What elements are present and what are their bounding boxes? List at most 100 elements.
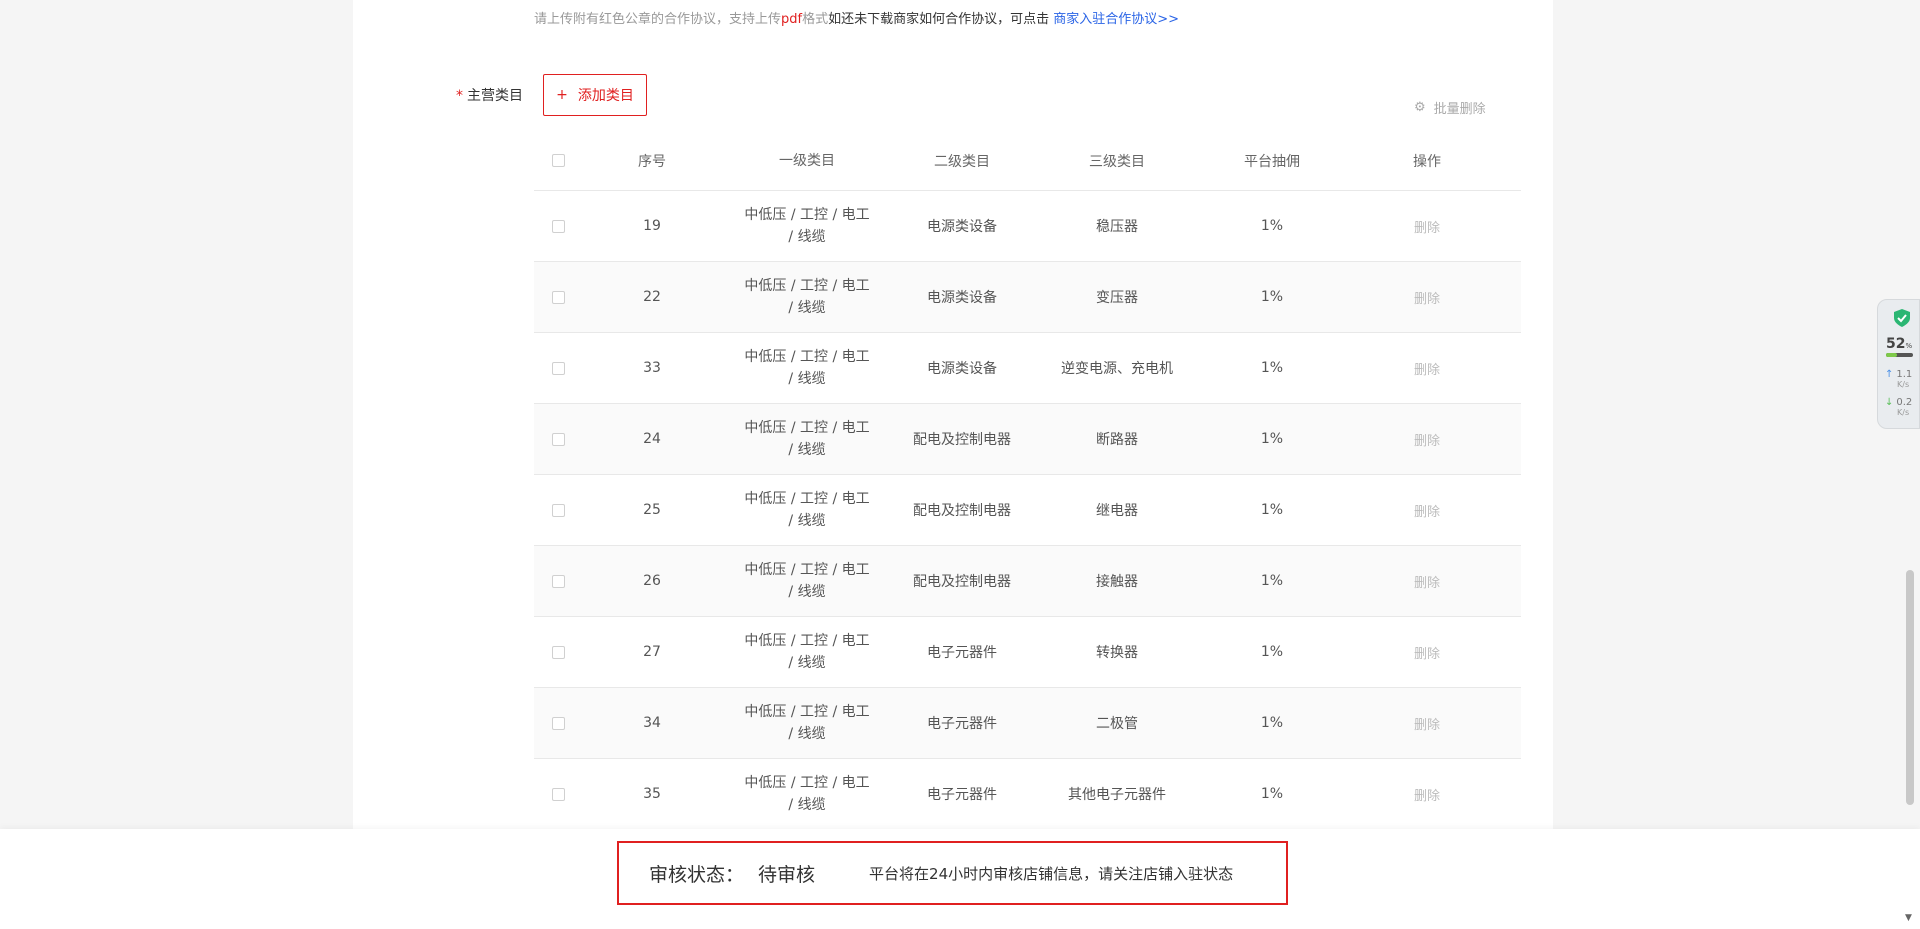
row-checkbox[interactable] — [551, 645, 565, 659]
scrollbar-thumb[interactable] — [1906, 570, 1914, 805]
table-header: 序号 一级类目 二级类目 三级类目 平台抽佣 操作 — [534, 131, 1521, 191]
header-level1: 一级类目 — [779, 152, 835, 169]
cell-level3: 转换器 — [1096, 645, 1138, 661]
row-select-cell — [534, 787, 582, 801]
cell-level1-line1: 中低压 / 工控 / 电工 — [744, 704, 870, 720]
table-row: 22 中低压 / 工控 / 电工 / 线缆 电源类设备 变压器 1% 删除 — [534, 262, 1521, 333]
status-value: 待审核 — [758, 863, 816, 886]
cell-index: 27 — [643, 644, 661, 660]
plus-icon: + — [556, 87, 568, 103]
cell-index: 35 — [643, 786, 661, 802]
cell-level1: 中低压 / 工控 / 电工 / 线缆 — [722, 772, 892, 816]
add-category-button[interactable]: + 添加类目 — [543, 74, 647, 116]
cell-level1-line1: 中低压 / 工控 / 电工 — [744, 349, 870, 365]
cell-level1-line2: / 线缆 — [788, 300, 826, 316]
cell-level2: 电子元器件 — [927, 645, 997, 661]
table-row: 34 中低压 / 工控 / 电工 / 线缆 电子元器件 二极管 1% 删除 — [534, 688, 1521, 759]
cell-index: 25 — [643, 502, 661, 518]
delete-button[interactable]: 删除 — [1342, 430, 1512, 449]
upload-speed-value: 1.1 — [1896, 369, 1913, 380]
delete-button[interactable]: 删除 — [1342, 217, 1512, 236]
cell-level1-line2: / 线缆 — [788, 584, 826, 600]
row-checkbox[interactable] — [551, 361, 565, 375]
cell-index: 22 — [643, 289, 661, 305]
hint-pdf: pdf — [781, 12, 803, 27]
cell-level1: 中低压 / 工控 / 电工 / 线缆 — [722, 701, 892, 745]
row-select-cell — [534, 716, 582, 730]
cell-level2: 配电及控制电器 — [913, 503, 1011, 519]
cell-level3: 其他电子元器件 — [1068, 787, 1166, 803]
row-checkbox[interactable] — [551, 787, 565, 801]
header-index: 序号 — [638, 153, 666, 170]
cell-commission: 1% — [1260, 218, 1284, 234]
row-select-cell — [534, 361, 582, 375]
select-all-checkbox[interactable] — [551, 154, 565, 167]
status-label: 审核状态： — [649, 863, 745, 886]
row-checkbox[interactable] — [551, 432, 565, 446]
cell-level3: 断路器 — [1096, 432, 1138, 448]
cell-level1-line2: / 线缆 — [788, 655, 826, 671]
delete-button[interactable]: 删除 — [1342, 643, 1512, 662]
row-select-cell — [534, 219, 582, 233]
cell-level1: 中低压 / 工控 / 电工 / 线缆 — [722, 346, 892, 390]
delete-button[interactable]: 删除 — [1342, 359, 1512, 378]
cell-level3: 接触器 — [1096, 574, 1138, 590]
row-checkbox[interactable] — [551, 290, 565, 304]
agreement-link[interactable]: 商家入驻合作协议>> — [1053, 12, 1179, 27]
main-category-label: * 主营类目 — [456, 85, 523, 105]
cell-commission: 1% — [1260, 644, 1284, 660]
table-row: 27 中低压 / 工控 / 电工 / 线缆 电子元器件 转换器 1% 删除 — [534, 617, 1521, 688]
row-checkbox[interactable] — [551, 503, 565, 517]
hint-format: 格式 — [802, 12, 829, 27]
cell-level1-line2: / 线缆 — [788, 371, 826, 387]
cell-level2: 电源类设备 — [927, 219, 997, 235]
cell-level2: 配电及控制电器 — [913, 574, 1011, 590]
cell-level1: 中低压 / 工控 / 电工 / 线缆 — [722, 204, 892, 248]
cell-level3: 变压器 — [1096, 290, 1138, 306]
system-monitor-widget[interactable]: 52% ↑ 1.1 K/s ↓ 0.2 K/s — [1877, 299, 1920, 429]
cell-level1: 中低压 / 工控 / 电工 / 线缆 — [722, 559, 892, 603]
bulk-delete-label: 批量删除 — [1433, 102, 1486, 117]
download-speed-value: 0.2 — [1896, 397, 1913, 408]
row-checkbox[interactable] — [551, 574, 565, 588]
battery-bar-fill — [1886, 353, 1897, 357]
cell-commission: 1% — [1260, 431, 1284, 447]
delete-button[interactable]: 删除 — [1342, 501, 1512, 520]
row-select-cell — [534, 503, 582, 517]
download-speed-unit: K/s — [1897, 408, 1910, 417]
cell-level1-line1: 中低压 / 工控 / 电工 — [744, 633, 870, 649]
cell-level1-line2: / 线缆 — [788, 229, 826, 245]
shield-check-icon — [1894, 309, 1910, 327]
delete-button[interactable]: 删除 — [1342, 714, 1512, 733]
cell-level3: 继电器 — [1096, 503, 1138, 519]
bulk-delete-button[interactable]: ⚙ 批量删除 — [1414, 98, 1486, 117]
cell-level1-line2: / 线缆 — [788, 442, 826, 458]
cell-level1-line1: 中低压 / 工控 / 电工 — [744, 278, 870, 294]
cell-level1-line2: / 线缆 — [788, 797, 826, 813]
cell-level1-line1: 中低压 / 工控 / 电工 — [744, 491, 870, 507]
table-row: 35 中低压 / 工控 / 电工 / 线缆 电子元器件 其他电子元器件 1% 删除 — [534, 759, 1521, 830]
download-speed: ↓ 0.2 K/s — [1885, 398, 1912, 418]
delete-button[interactable]: 删除 — [1342, 785, 1512, 804]
cell-index: 33 — [643, 360, 661, 376]
scroll-down-arrow-icon[interactable]: ▼ — [1905, 913, 1912, 923]
row-select-cell — [534, 432, 582, 446]
cell-level1-line1: 中低压 / 工控 / 电工 — [744, 420, 870, 436]
upload-speed: ↑ 1.1 K/s — [1885, 370, 1912, 390]
delete-button[interactable]: 删除 — [1342, 288, 1512, 307]
cell-level1-line2: / 线缆 — [788, 726, 826, 742]
percent-sign: % — [1905, 342, 1913, 350]
review-status-box: 审核状态： 待审核 平台将在24小时内审核店铺信息，请关注店铺入驻状态 — [617, 841, 1288, 905]
required-mark: * — [456, 88, 463, 104]
row-checkbox[interactable] — [551, 716, 565, 730]
cell-level2: 电源类设备 — [927, 361, 997, 377]
delete-button[interactable]: 删除 — [1342, 572, 1512, 591]
cell-level1-line1: 中低压 / 工控 / 电工 — [744, 207, 870, 223]
row-checkbox[interactable] — [551, 219, 565, 233]
header-commission: 平台抽佣 — [1244, 153, 1300, 170]
hint-text: 请上传附有红色公章的合作协议，支持上传 — [534, 12, 782, 27]
cell-commission: 1% — [1260, 573, 1284, 589]
cell-commission: 1% — [1260, 786, 1284, 802]
cell-level1: 中低压 / 工控 / 电工 / 线缆 — [722, 275, 892, 319]
main-category-label-text: 主营类目 — [467, 88, 523, 104]
